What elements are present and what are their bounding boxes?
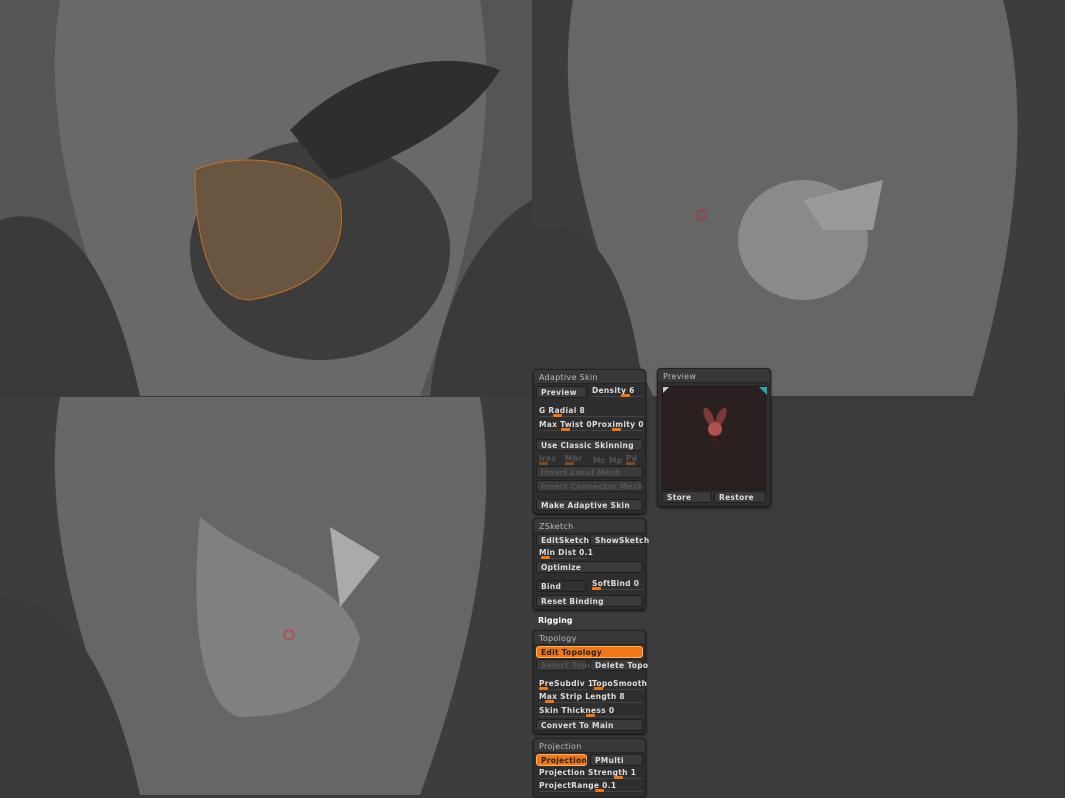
- topology-panel: Topology Edit Topology Select Topo Delet…: [533, 630, 648, 734]
- pmulti-button[interactable]: PMulti: [590, 754, 643, 766]
- adaptive-skin-header[interactable]: Adaptive Skin: [534, 370, 645, 384]
- torso-render-adaptive-skin: [533, 0, 1065, 396]
- zsketch-panel: ZSketch EditSketch ShowSketch Min Dist 0…: [533, 518, 649, 610]
- make-adaptive-skin-button[interactable]: Make Adaptive Skin: [536, 499, 643, 511]
- topology-header[interactable]: Topology: [534, 631, 645, 645]
- store-button[interactable]: Store: [662, 491, 712, 503]
- preview-model-thumbnail: [663, 387, 767, 443]
- skin-thickness-slider[interactable]: Skin Thickness 0: [539, 706, 643, 719]
- adaptive-skin-panel: Adaptive Skin Preview Density 6 G Radial…: [533, 369, 646, 514]
- preview-canvas[interactable]: [662, 386, 767, 490]
- preview-header[interactable]: Preview: [658, 369, 770, 383]
- density-slider[interactable]: Density 6: [592, 386, 644, 399]
- mc-label: Mc: [593, 456, 606, 465]
- torso-render-projection: [0, 397, 532, 795]
- presubdiv-slider[interactable]: PreSubdiv 1: [539, 679, 593, 692]
- viewport-top-right[interactable]: [533, 0, 1065, 396]
- max-strip-length-slider[interactable]: Max Strip Length 8: [539, 692, 643, 705]
- g-radial-label: G Radial 8: [539, 406, 586, 415]
- edit-topology-button[interactable]: Edit Topology: [536, 646, 643, 658]
- projection-panel: Projection Projection PMulti Projection …: [533, 738, 646, 798]
- bind-button[interactable]: Bind: [536, 580, 587, 592]
- project-range-slider[interactable]: ProjectRange 0.1: [539, 781, 643, 794]
- optimize-button[interactable]: Optimize: [536, 561, 643, 573]
- mp-label: Mp: [609, 456, 623, 465]
- use-classic-skinning-button[interactable]: Use Classic Skinning: [536, 439, 643, 451]
- g-radial-slider[interactable]: G Radial 8: [539, 406, 644, 419]
- softbind-slider[interactable]: SoftBind 0: [592, 579, 644, 592]
- insert-connector-mesh-button[interactable]: Insert Connector Mesh: [536, 480, 643, 492]
- rigging-header[interactable]: Rigging: [538, 616, 573, 625]
- torso-render-with-topology: [0, 0, 532, 396]
- min-dist-slider[interactable]: Min Dist 0.1: [539, 548, 593, 561]
- toposmooth-slider[interactable]: TopoSmooth: [592, 679, 647, 692]
- insert-local-mesh-button[interactable]: Insert Local Mesh: [536, 466, 643, 478]
- max-twist-slider[interactable]: Max Twist 0: [539, 420, 592, 433]
- delete-topo-button[interactable]: Delete Topo: [590, 659, 648, 671]
- proximity-slider[interactable]: Proximity 0.5: [592, 420, 644, 433]
- edit-sketch-button[interactable]: EditSketch: [536, 534, 589, 546]
- zsketch-header[interactable]: ZSketch: [534, 519, 645, 533]
- convert-to-main-button[interactable]: Convert To Main: [536, 719, 643, 731]
- projection-strength-slider[interactable]: Projection Strength 1: [539, 768, 643, 781]
- projection-header[interactable]: Projection: [534, 739, 645, 753]
- preview-panel: Preview Store Restore: [657, 368, 771, 507]
- project-range-label: ProjectRange 0.1: [539, 781, 617, 790]
- reset-binding-button[interactable]: Reset Binding: [536, 595, 643, 607]
- projection-toggle[interactable]: Projection: [536, 754, 587, 766]
- select-topo-button[interactable]: Select Topo: [536, 659, 593, 671]
- show-sketch-button[interactable]: ShowSketch: [590, 534, 649, 546]
- viewport-bottom-left[interactable]: [0, 397, 532, 795]
- skin-thickness-label: Skin Thickness 0: [539, 706, 615, 715]
- preview-button[interactable]: Preview: [536, 386, 587, 398]
- viewport-top-left[interactable]: [0, 0, 532, 396]
- restore-button[interactable]: Restore: [714, 491, 766, 503]
